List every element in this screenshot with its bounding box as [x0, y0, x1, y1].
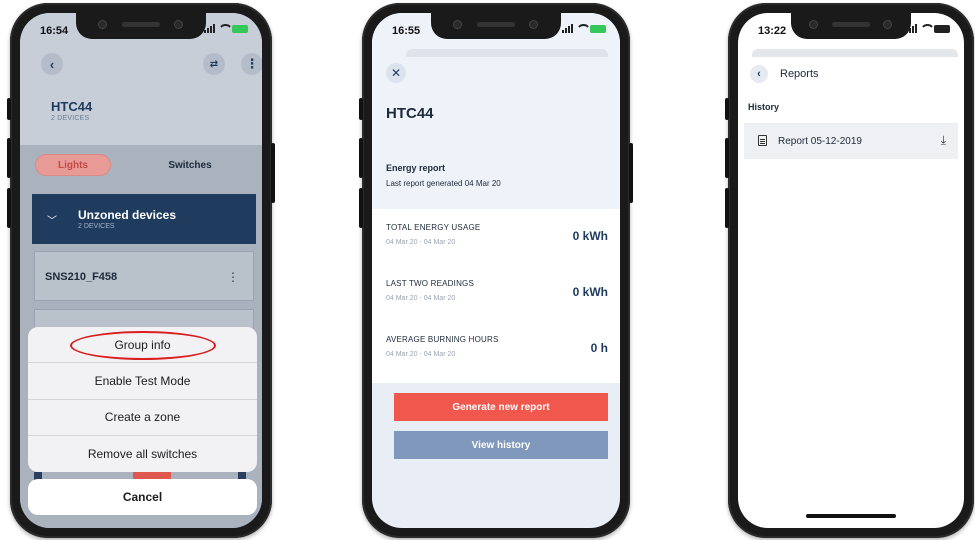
status-time: 13:22: [758, 25, 787, 37]
report-label: Report 05-12-2019: [778, 136, 862, 147]
tab-lights[interactable]: Lights: [35, 154, 111, 176]
more-vertical-icon: ⋮: [245, 56, 259, 71]
chevron-left-icon: ‹: [757, 68, 761, 80]
tab-switches[interactable]: Switches: [111, 154, 249, 176]
sliders-icon: ⇄: [209, 58, 219, 70]
sheet-handle: [752, 49, 958, 57]
status-bar: 16:55: [372, 13, 620, 45]
section-heading: History: [748, 102, 780, 112]
signal-icon: [204, 24, 215, 33]
stat-last-readings: LAST TWO READINGS 04 Mar 20 - 04 Mar 20 …: [386, 279, 608, 319]
battery-icon: [590, 24, 606, 33]
status-icons: [562, 24, 606, 33]
download-icon[interactable]: ⤓: [941, 133, 946, 148]
back-button[interactable]: ‹: [750, 65, 768, 83]
battery-icon: [934, 24, 950, 33]
action-sheet: Group info Enable Test Mode Create a zon…: [28, 327, 257, 472]
more-button[interactable]: ⋮: [241, 53, 262, 75]
signal-icon: [562, 24, 573, 33]
home-indicator: [806, 514, 896, 518]
zone-subtitle: 2 DEVICES: [78, 223, 115, 230]
page-title: Reports: [780, 68, 819, 80]
more-vertical-icon[interactable]: ⋮: [227, 270, 239, 284]
status-icons: [906, 24, 950, 33]
screen: 16:55 ✕ HTC44 Energy report Last report …: [372, 13, 620, 528]
group-title: HTC44: [51, 99, 93, 114]
stat-dates: 04 Mar 20 - 04 Mar 20: [386, 351, 456, 358]
segmented-control: Lights Switches: [35, 154, 249, 176]
zone-header[interactable]: ﹀ Unzoned devices 2 DEVICES: [32, 194, 256, 244]
volume-down-button: [7, 188, 11, 228]
group-info-option[interactable]: Group info: [28, 327, 257, 364]
stat-dates: 04 Mar 20 - 04 Mar 20: [386, 239, 456, 246]
stat-label: TOTAL ENERGY USAGE: [386, 223, 481, 232]
highlight-circle: [70, 331, 216, 360]
stat-total-energy: TOTAL ENERGY USAGE 04 Mar 20 - 04 Mar 20…: [386, 223, 608, 263]
mute-switch: [725, 98, 729, 120]
stat-value: 0 kWh: [572, 229, 608, 243]
screen: 16:54 ‹ ⇄ ⋮ HTC44 2 DEVICES Lights Switc…: [20, 13, 262, 528]
document-icon: [758, 135, 767, 146]
battery-icon: [232, 24, 248, 33]
signal-icon: [906, 24, 917, 33]
device-name: SNS210_F458: [45, 271, 118, 283]
volume-up-button: [359, 138, 363, 178]
last-report-text: Last report generated 04 Mar 20: [386, 179, 501, 188]
cancel-button[interactable]: Cancel: [28, 479, 257, 515]
enable-test-mode-option[interactable]: Enable Test Mode: [28, 363, 257, 400]
status-time: 16:54: [40, 25, 69, 37]
report-row[interactable]: Report 05-12-2019 ⤓: [744, 123, 958, 159]
status-icons: [204, 24, 248, 33]
mute-switch: [7, 98, 11, 120]
stat-value: 0 h: [590, 341, 608, 355]
stat-label: AVERAGE BURNING HOURS: [386, 335, 499, 344]
status-bar: 13:22: [738, 13, 964, 45]
volume-down-button: [359, 188, 363, 228]
close-button[interactable]: ✕: [386, 63, 406, 83]
mute-switch: [359, 98, 363, 120]
stat-value: 0 kWh: [572, 285, 608, 299]
screen: 13:22 ‹ Reports History Report 05-12-201…: [738, 13, 964, 528]
stage: 16:54 ‹ ⇄ ⋮ HTC44 2 DEVICES Lights Switc…: [0, 0, 975, 540]
chevron-left-icon: ‹: [49, 56, 55, 72]
wifi-icon: [218, 24, 233, 33]
remove-switches-option[interactable]: Remove all switches: [28, 436, 257, 472]
stat-label: LAST TWO READINGS: [386, 279, 475, 288]
sheet-handle: [406, 49, 608, 57]
group-subtitle: 2 DEVICES: [51, 115, 90, 122]
wifi-icon: [920, 24, 935, 33]
stat-burning-hours: AVERAGE BURNING HOURS 04 Mar 20 - 04 Mar…: [386, 335, 608, 375]
power-button: [629, 143, 633, 203]
power-button: [271, 143, 275, 203]
page-title: HTC44: [386, 105, 434, 122]
chevron-down-icon: ﹀: [47, 216, 57, 227]
device-card[interactable]: SNS210_F458 ⋮: [34, 251, 254, 301]
energy-report-label: Energy report: [386, 163, 446, 173]
stat-dates: 04 Mar 20 - 04 Mar 20: [386, 295, 456, 302]
create-zone-option[interactable]: Create a zone: [28, 400, 257, 436]
close-icon: ✕: [390, 66, 402, 80]
volume-up-button: [725, 138, 729, 178]
phone-reports-history: 13:22 ‹ Reports History Report 05-12-201…: [725, 3, 974, 538]
filter-button[interactable]: ⇄: [203, 53, 225, 75]
back-button[interactable]: ‹: [41, 53, 63, 75]
phone-group-menu: 16:54 ‹ ⇄ ⋮ HTC44 2 DEVICES Lights Switc…: [7, 3, 275, 538]
view-history-button[interactable]: View history: [394, 431, 608, 459]
stats-panel: TOTAL ENERGY USAGE 04 Mar 20 - 04 Mar 20…: [372, 209, 620, 383]
generate-report-button[interactable]: Generate new report: [394, 393, 608, 421]
status-bar: 16:54: [20, 13, 262, 45]
volume-up-button: [7, 138, 11, 178]
phone-energy-report: 16:55 ✕ HTC44 Energy report Last report …: [359, 3, 633, 538]
zone-title: Unzoned devices: [78, 208, 177, 222]
wifi-icon: [576, 24, 591, 33]
volume-down-button: [725, 188, 729, 228]
status-time: 16:55: [392, 25, 421, 37]
